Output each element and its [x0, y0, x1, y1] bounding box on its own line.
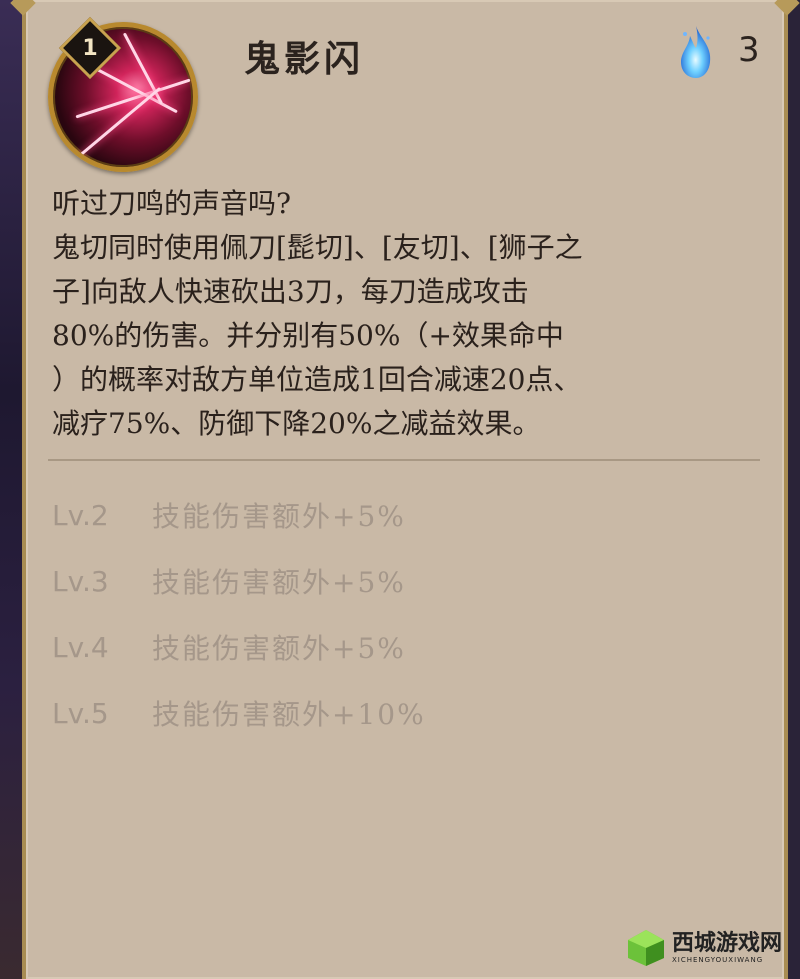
- skill-name: 鬼影闪: [244, 38, 365, 80]
- upgrade-level: Lv.3: [52, 564, 109, 598]
- section-divider: [48, 459, 760, 461]
- upgrade-level: Lv.5: [52, 696, 109, 730]
- upgrade-row: Lv.5 技能伤害额外+10%: [52, 680, 426, 746]
- description-line: ）的概率对敌方单位造成1回合减速20点、: [52, 363, 582, 396]
- skill-cost-value: 3: [738, 30, 760, 70]
- skill-upgrade-list: Lv.2 技能伤害额外+5% Lv.3 技能伤害额外+5% Lv.4 技能伤害额…: [52, 482, 426, 746]
- site-watermark: 西城游戏网 XICHENGYOUXIWANG: [626, 923, 794, 973]
- blue-flame-icon: [676, 24, 716, 80]
- watermark-subtitle: XICHENGYOUXIWANG: [672, 956, 764, 964]
- upgrade-effect: 技能伤害额外+5%: [152, 566, 406, 599]
- upgrade-row: Lv.3 技能伤害额外+5%: [52, 548, 426, 614]
- skill-flavor-text: 听过刀鸣的声音吗?: [52, 187, 292, 220]
- upgrade-effect: 技能伤害额外+5%: [152, 500, 406, 533]
- background-right: [788, 0, 800, 979]
- description-line: 鬼切同时使用佩刀[髭切]、[友切]、[狮子之: [52, 231, 583, 264]
- watermark-title: 西城游戏网: [672, 931, 783, 956]
- skill-detail-panel: 1 鬼影闪 3 听过刀鸣的声音吗? 鬼切同时使用佩刀[髭切]、[友切]、[狮子之…: [10, 0, 800, 979]
- upgrade-row: Lv.2 技能伤害额外+5%: [52, 482, 426, 548]
- description-line: 80%的伤害。并分别有50%（+效果命中: [52, 319, 564, 352]
- skill-level-number: 1: [82, 35, 98, 61]
- description-line: 子]向敌人快速砍出3刀，每刀造成攻击: [52, 275, 529, 308]
- upgrade-row: Lv.4 技能伤害额外+5%: [52, 614, 426, 680]
- description-line: 减疗75%、防御下降20%之减益效果。: [52, 407, 541, 440]
- upgrade-effect: 技能伤害额外+5%: [152, 632, 406, 665]
- upgrade-level: Lv.4: [52, 630, 109, 664]
- upgrade-effect: 技能伤害额外+10%: [152, 698, 426, 731]
- watermark-logo-icon: [628, 930, 664, 966]
- upgrade-level: Lv.2: [52, 498, 109, 532]
- skill-icon[interactable]: 1: [48, 16, 200, 174]
- skill-description: 听过刀鸣的声音吗? 鬼切同时使用佩刀[髭切]、[友切]、[狮子之 子]向敌人快速…: [52, 182, 764, 446]
